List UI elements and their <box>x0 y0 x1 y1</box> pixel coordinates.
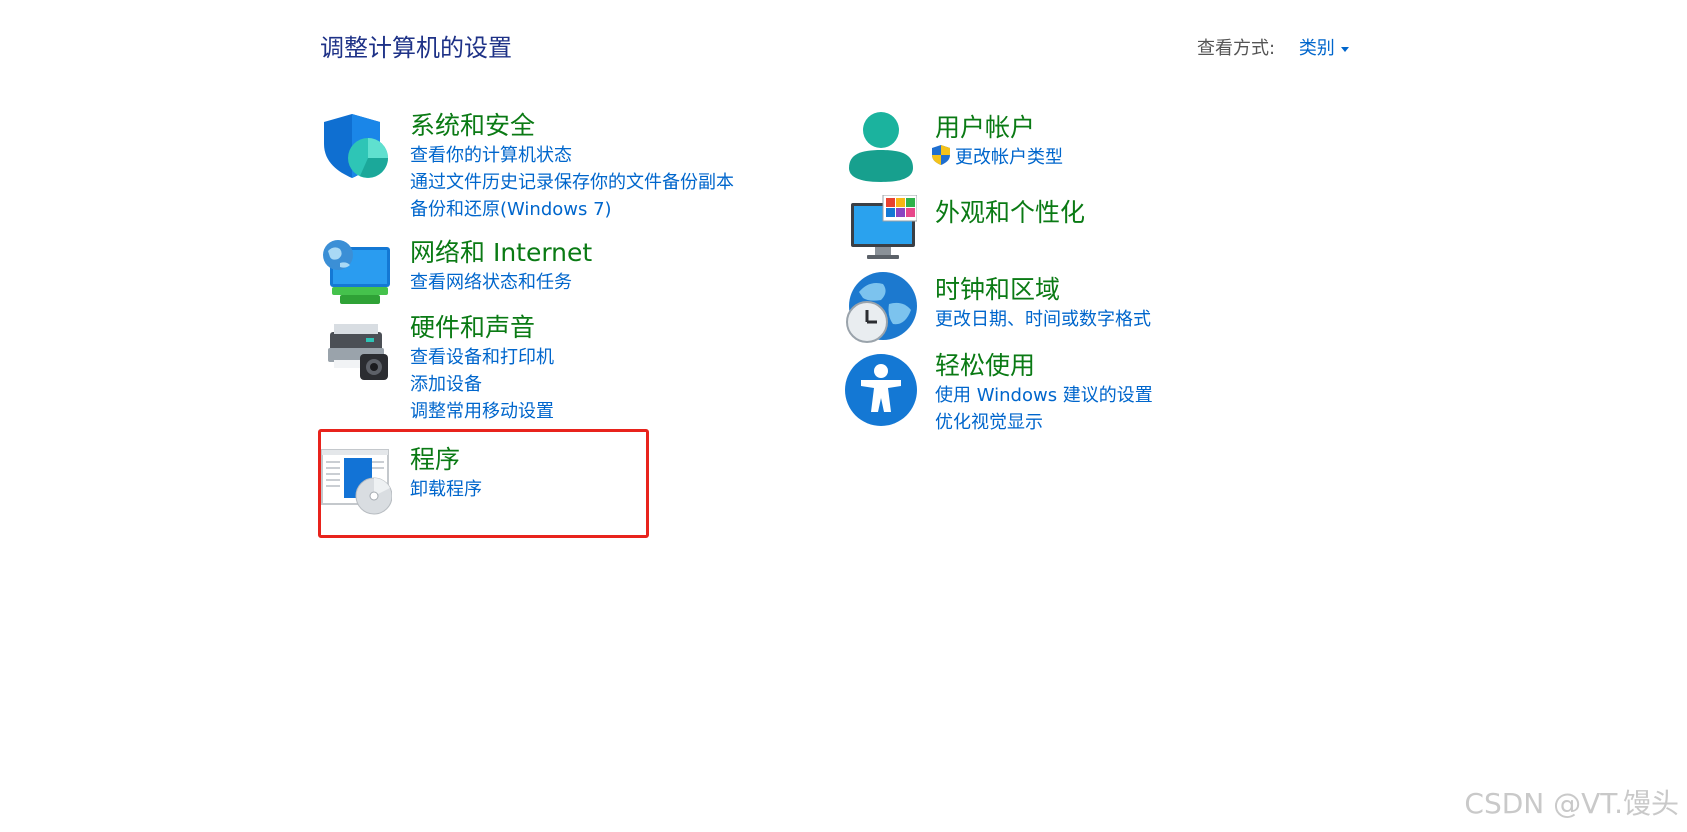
link-change-account-type-label: 更改帐户类型 <box>955 147 1063 168</box>
view-by-value: 类别 <box>1298 38 1335 59</box>
highlight-box <box>318 429 649 538</box>
chevron-down-icon <box>1340 46 1349 52</box>
printer-icon <box>328 324 388 380</box>
link-add-device[interactable]: 添加设备 <box>410 371 554 398</box>
view-by-dropdown[interactable]: 类别 <box>1299 38 1349 59</box>
link-file-history-backup[interactable]: 通过文件历史记录保存你的文件备份副本 <box>410 169 734 196</box>
view-by-control: 查看方式: 类别 <box>1197 34 1349 60</box>
category-title-clock-region[interactable]: 时钟和区域 <box>935 274 1151 306</box>
link-view-computer-status[interactable]: 查看你的计算机状态 <box>410 142 734 169</box>
category-title-system-security[interactable]: 系统和安全 <box>410 110 734 142</box>
accessibility-icon <box>845 354 917 426</box>
globe-clock-icon <box>846 272 917 343</box>
category-title-appearance[interactable]: 外观和个性化 <box>935 197 1085 229</box>
link-optimize-visual-display[interactable]: 优化视觉显示 <box>935 409 1153 436</box>
page-title: 调整计算机的设置 <box>320 34 512 62</box>
link-backup-restore[interactable]: 备份和还原(Windows 7) <box>410 196 734 223</box>
category-title-network-internet[interactable]: 网络和 Internet <box>410 237 592 269</box>
security-shield-icon <box>324 114 388 178</box>
category-title-hardware-sound[interactable]: 硬件和声音 <box>410 312 554 344</box>
link-mobility-settings[interactable]: 调整常用移动设置 <box>410 398 554 425</box>
link-devices-printers[interactable]: 查看设备和打印机 <box>410 344 554 371</box>
link-view-network-status[interactable]: 查看网络状态和任务 <box>410 269 592 296</box>
link-windows-recommended-settings[interactable]: 使用 Windows 建议的设置 <box>935 382 1153 409</box>
network-globe-icon <box>323 240 390 304</box>
monitor-personalization-icon <box>851 195 917 259</box>
category-title-user-accounts[interactable]: 用户帐户 <box>935 112 1063 144</box>
watermark: CSDN @VT.馒头 <box>1464 787 1679 820</box>
category-title-ease-of-access[interactable]: 轻松使用 <box>935 350 1153 382</box>
uac-shield-icon <box>932 145 950 165</box>
link-change-account-type[interactable]: 更改帐户类型 <box>930 144 1063 171</box>
link-change-date-time-format[interactable]: 更改日期、时间或数字格式 <box>935 306 1151 333</box>
user-account-icon <box>849 112 913 182</box>
view-by-label: 查看方式: <box>1197 38 1276 59</box>
